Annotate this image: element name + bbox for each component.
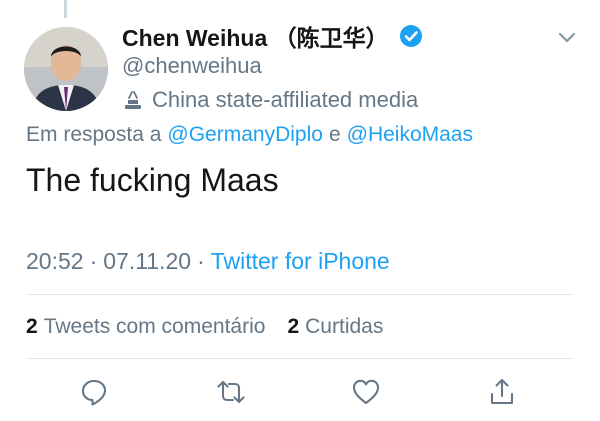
retweet-button[interactable] [215, 376, 247, 408]
display-name[interactable]: Chen Weihua （陈卫华） [122, 19, 389, 53]
state-media-label[interactable]: China state-affiliated media [122, 85, 418, 115]
verified-badge-icon [399, 24, 423, 48]
mention-link[interactable]: @GermanyDiplo [167, 123, 323, 147]
divider [26, 358, 574, 359]
meta-separator: · [197, 247, 205, 274]
divider [26, 294, 574, 295]
retweet-icon [217, 380, 245, 404]
quote-label[interactable]: Tweets com comentário [44, 315, 266, 339]
avatar-photo [24, 27, 108, 111]
reply-icon [81, 379, 107, 406]
tweet-source-link[interactable]: Twitter for iPhone [211, 248, 390, 275]
meta-separator: · [89, 247, 98, 274]
tweet-meta: 20:52 · 07.11.20 · Twitter for iPhone [26, 246, 390, 276]
reply-context: Em resposta a @GermanyDiplo e @HeikoMaas [26, 120, 473, 150]
like-label[interactable]: Curtidas [305, 315, 383, 339]
share-icon [490, 378, 514, 405]
tweet-text: The fucking Maas [26, 162, 279, 198]
heart-icon [352, 379, 380, 405]
quote-count[interactable]: 2 [26, 315, 38, 339]
reply-prefix: Em resposta a [26, 123, 162, 146]
tweet-stats: 2 Tweets com comentário 2 Curtidas [26, 312, 383, 342]
chevron-down-icon[interactable] [556, 26, 578, 48]
avatar[interactable] [24, 27, 108, 111]
user-handle[interactable]: @chenweihua [122, 53, 262, 79]
like-button[interactable] [350, 376, 382, 408]
tweet-date[interactable]: 07.11.20 [103, 248, 191, 275]
state-media-label-text: China state-affiliated media [152, 87, 419, 112]
state-media-podium-icon [125, 91, 141, 109]
reply-button[interactable] [78, 376, 110, 408]
reply-joiner: e [328, 123, 341, 146]
tweet-time[interactable]: 20:52 [26, 248, 84, 275]
share-button[interactable] [486, 376, 518, 408]
mention-link[interactable]: @HeikoMaas [347, 123, 473, 147]
like-count[interactable]: 2 [287, 315, 299, 339]
thread-connector-line [64, 0, 67, 18]
